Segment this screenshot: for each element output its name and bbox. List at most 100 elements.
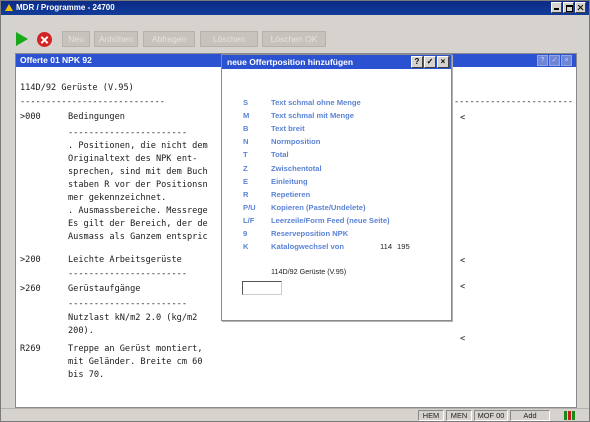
title-bar[interactable]: MDR / Programme - 24700: [1, 1, 589, 15]
position-text[interactable]: staben R vor der Positionsn: [68, 179, 208, 192]
position-text[interactable]: mit Geländer. Breite cm 60: [68, 356, 203, 369]
position-text[interactable]: Leichte Arbeitsgerüste: [68, 254, 182, 267]
panel-controls: ? ✓ ×: [537, 55, 572, 66]
maximize-button[interactable]: [563, 2, 574, 13]
option-key: E: [243, 176, 249, 186]
option-label: Leerzeile/Form Feed (neue Seite): [271, 215, 390, 225]
delete-ok-button[interactable]: Löschen OK: [262, 31, 326, 47]
position-text[interactable]: Originaltext des NPK ent-: [68, 153, 197, 166]
option-item[interactable]: 9 Reserveposition NPK: [222, 227, 451, 240]
position-code[interactable]: >000: [20, 111, 41, 124]
option-item[interactable]: M Text schmal mit Menge: [222, 109, 451, 122]
option-key: L/F: [243, 215, 255, 225]
option-item[interactable]: S Text schmal ohne Menge: [222, 96, 451, 109]
position-text[interactable]: Es gilt der Bereich, der de: [68, 218, 208, 231]
position-text[interactable]: mer gekennzeichnet.: [68, 192, 166, 205]
status-men: MEN: [446, 410, 472, 421]
catalog-from-value: 114: [380, 242, 393, 252]
dialog-close-button[interactable]: ×: [437, 56, 449, 68]
play-icon[interactable]: [16, 32, 28, 46]
app-icon: [5, 4, 13, 11]
option-item[interactable]: K Katalogwechsel von 114 195: [222, 240, 451, 253]
option-key: B: [243, 124, 249, 134]
position-text[interactable]: Gerüstaufgänge: [68, 283, 140, 296]
option-label: Einleitung: [271, 176, 308, 186]
position-text[interactable]: . Positionen, die nicht dem: [68, 140, 208, 153]
close-window-button[interactable]: [575, 2, 586, 13]
option-item[interactable]: P/U Kopieren (Paste/Undelete): [222, 201, 451, 214]
position-text[interactable]: Nutzlast kN/m2 2.0 (kg/m2: [68, 312, 197, 325]
position-text[interactable]: 200).: [68, 325, 94, 338]
position-text[interactable]: -----------------------: [68, 127, 187, 140]
dialog-help-button[interactable]: ?: [411, 56, 423, 68]
new-button[interactable]: Neu: [62, 31, 90, 47]
catalog-info: 114D/92 Gerüste (V.95): [271, 267, 347, 276]
option-label: Normposition: [271, 137, 321, 147]
row-marker: <: [460, 113, 466, 123]
option-input[interactable]: [242, 281, 282, 295]
panel-close-button[interactable]: ×: [561, 55, 572, 66]
position-text[interactable]: -----------------------: [68, 298, 187, 311]
option-item[interactable]: L/F Leerzeile/Form Feed (neue Seite): [222, 214, 451, 227]
status-mode: Add: [510, 410, 550, 421]
application-window: MDR / Programme - 24700 Neu Anhöhen Abfr…: [0, 0, 590, 422]
position-text[interactable]: . Ausmassbereiche. Messrege: [68, 205, 208, 218]
panel-title: Offerte 01 NPK 92: [20, 55, 92, 65]
position-code[interactable]: >200: [20, 254, 41, 267]
option-key: N: [243, 137, 249, 147]
separator-line: ----------------------------: [20, 97, 165, 107]
status-hem: HEM: [418, 410, 444, 421]
option-label: Text schmal ohne Menge: [271, 98, 361, 107]
panel-help-button[interactable]: ?: [537, 55, 548, 66]
catalog-to-value: 195: [397, 242, 410, 252]
query-button[interactable]: Abfragen: [143, 31, 195, 47]
option-item[interactable]: E Einleitung: [222, 175, 451, 188]
row-marker: <: [460, 334, 466, 344]
minimize-button[interactable]: [551, 2, 562, 13]
option-key: K: [243, 242, 249, 252]
option-key: Z: [243, 163, 248, 173]
position-code[interactable]: R269: [20, 343, 41, 356]
option-key: R: [243, 189, 249, 199]
option-key: P/U: [243, 202, 256, 212]
option-label: Total: [271, 150, 289, 160]
position-text[interactable]: bis 70.: [68, 369, 104, 382]
cancel-icon[interactable]: [37, 32, 52, 47]
option-item[interactable]: T Total: [222, 148, 451, 161]
position-text[interactable]: -----------------------: [68, 268, 187, 281]
row-marker: <: [460, 282, 466, 292]
option-label: Zwischentotal: [271, 163, 322, 173]
right-separator: -----------------------: [454, 97, 573, 107]
option-item[interactable]: N Normposition: [222, 135, 451, 148]
position-code[interactable]: >260: [20, 283, 41, 296]
position-text[interactable]: Bedingungen: [68, 111, 125, 124]
row-marker: <: [460, 256, 466, 266]
option-label: Text breit: [271, 124, 305, 134]
option-item[interactable]: Z Zwischentotal: [222, 162, 451, 175]
option-label: Katalogwechsel von: [271, 242, 345, 252]
delete-button[interactable]: Löschen: [200, 31, 258, 47]
status-mof: MOF 00: [474, 410, 508, 421]
option-key: S: [243, 98, 249, 107]
dialog-title: neue Offertposition hinzufügen: [227, 57, 354, 67]
option-key: M: [243, 111, 250, 121]
catalog-heading: 114D/92 Gerüste (V.95): [20, 83, 134, 93]
option-label: Text schmal mit Menge: [271, 111, 354, 121]
add-position-dialog: neue Offertposition hinzufügen ? ✓ × S Te…: [221, 54, 452, 321]
option-label: Repetieren: [271, 189, 311, 199]
option-label: Reserveposition NPK: [271, 229, 349, 238]
option-item[interactable]: B Text breit: [222, 122, 451, 135]
toolbar-button-2[interactable]: Anhöhen: [94, 31, 138, 47]
dialog-ok-button[interactable]: ✓: [424, 56, 436, 68]
position-text[interactable]: Ausmass als Ganzem entspric: [68, 231, 208, 244]
position-text[interactable]: sprechen, sind mit dem Buch: [68, 166, 208, 179]
dialog-controls: ? ✓ ×: [411, 56, 449, 68]
activity-indicator-icon: [564, 411, 578, 420]
panel-ok-button[interactable]: ✓: [549, 55, 560, 66]
option-label: Kopieren (Paste/Undelete): [271, 202, 366, 212]
option-item[interactable]: R Repetieren: [222, 188, 451, 201]
status-bar: HEM MEN MOF 00 Add: [1, 408, 589, 421]
position-text[interactable]: Treppe an Gerüst montiert,: [68, 343, 203, 356]
dialog-header[interactable]: neue Offertposition hinzufügen ? ✓ ×: [222, 55, 451, 69]
option-key: T: [243, 150, 248, 160]
